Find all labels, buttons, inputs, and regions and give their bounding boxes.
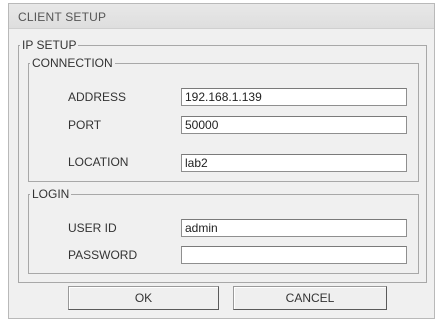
password-label: PASSWORD <box>68 248 138 262</box>
user-id-label: USER ID <box>68 221 117 235</box>
title-bar[interactable]: CLIENT SETUP <box>9 4 434 29</box>
port-field[interactable] <box>181 116 407 134</box>
cancel-button[interactable]: CANCEL <box>233 286 387 310</box>
connection-legend: CONNECTION <box>32 56 113 70</box>
password-field[interactable] <box>181 246 407 264</box>
port-label: PORT <box>68 118 102 132</box>
client-setup-dialog: CLIENT SETUP IP SETUP CONNECTION ADDRESS… <box>8 3 435 319</box>
location-label: LOCATION <box>68 155 129 169</box>
location-field[interactable] <box>181 154 407 172</box>
address-field[interactable] <box>181 88 407 106</box>
window-title: CLIENT SETUP <box>18 10 107 24</box>
login-legend: LOGIN <box>32 187 70 201</box>
address-label: ADDRESS <box>68 90 127 104</box>
ip-setup-legend: IP SETUP <box>22 38 77 52</box>
user-id-field[interactable] <box>181 219 407 237</box>
ok-button[interactable]: OK <box>68 286 219 310</box>
